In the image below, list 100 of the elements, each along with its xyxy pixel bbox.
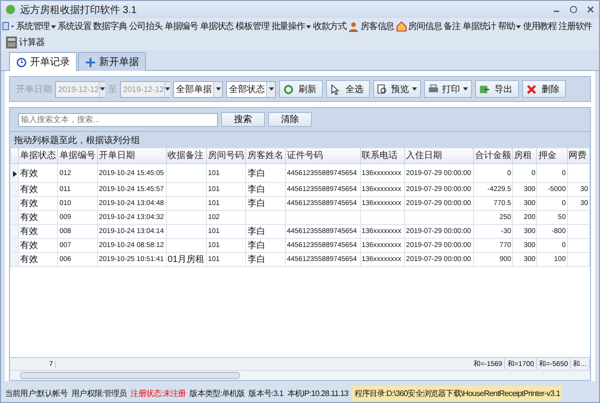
group-hint: 拖动列标题至此，根据该列分组 [10, 132, 590, 147]
menu-icon[interactable] [2, 21, 15, 32]
menu-item[interactable]: 房客信息 [347, 19, 396, 34]
calculator-icon [5, 36, 18, 49]
menu-item[interactable]: 系统设置 [56, 19, 92, 34]
toolbar-button[interactable]: 打印 [424, 80, 472, 98]
table-cell: 李白 [246, 196, 286, 210]
caret-icon [164, 87, 170, 91]
export-icon [479, 84, 490, 94]
status-text: 本机IP:10.28.11.13 [287, 388, 348, 398]
table-cell [166, 210, 207, 224]
caret-icon [100, 87, 105, 91]
tab[interactable]: 开单记录 [9, 52, 77, 71]
table-cell: 有效 [18, 210, 58, 224]
table-cell: 有效 [18, 182, 58, 196]
column-header[interactable]: 单据编号 [58, 148, 98, 164]
column-header[interactable]: 网费 [567, 148, 590, 164]
toolbar-button[interactable]: 刷新 [279, 80, 323, 98]
toolbar-button[interactable]: 导出 [475, 80, 519, 98]
caret-icon [216, 87, 220, 91]
table-cell [246, 210, 286, 224]
search-button[interactable]: 搜索 [221, 112, 265, 127]
tab[interactable]: 新开单据 [78, 52, 146, 71]
status-text: 版本类型:单机版 [190, 388, 245, 398]
plus-icon [85, 56, 96, 68]
column-header[interactable]: 收据备注 [166, 148, 207, 164]
table-cell: 01月房租 [166, 252, 207, 266]
column-header[interactable]: 房间号码 [206, 148, 246, 164]
status-text: 当前用户:默认帐号 [5, 388, 68, 398]
separator-label: 至 [108, 82, 117, 96]
row-pointer-icon [12, 171, 17, 177]
maximize-icon[interactable] [569, 5, 578, 14]
toolbar-button[interactable]: 全选 [326, 80, 370, 98]
menu-item[interactable]: 备注 [442, 19, 462, 34]
caret-icon [463, 87, 468, 91]
magnifier-icon [377, 84, 388, 94]
table-cell: 李白 [246, 182, 286, 196]
column-header[interactable]: 联系电话 [360, 148, 405, 164]
table-cell [360, 210, 405, 224]
table-cell: 李白 [246, 164, 286, 182]
column-header[interactable]: 开单日期 [97, 148, 166, 164]
clear-button[interactable]: 清除 [268, 112, 312, 127]
status-text: 版本号:3.1 [248, 388, 284, 398]
app-icon [5, 4, 16, 15]
table-cell: 李白 [246, 238, 286, 252]
menu-item[interactable]: 收款方式 [312, 19, 348, 34]
menu-item[interactable]: 注册软件 [558, 19, 594, 34]
type-select[interactable]: 全部单据 [173, 80, 223, 98]
column-header[interactable]: 押金 [536, 148, 568, 164]
menu-item[interactable]: 房间信息 [395, 19, 443, 34]
status-text: 用户权限:管理员 [72, 388, 127, 398]
table-cell [166, 164, 207, 182]
search-field[interactable]: 输入搜索文本，搜索... [18, 112, 218, 126]
toolbar-button[interactable]: 预览 [373, 80, 421, 98]
caret-icon [306, 24, 311, 28]
delete-icon [526, 84, 537, 94]
menu-item[interactable]: 单据状态 [199, 19, 235, 34]
caret-icon [516, 24, 521, 28]
table-cell: 有效 [18, 224, 58, 238]
menu-item[interactable]: 帮助 [497, 19, 522, 34]
menu-item[interactable]: 公司抬头 [128, 19, 164, 34]
table-cell [567, 238, 590, 252]
printer-icon [428, 84, 439, 94]
cursor-icon [330, 84, 341, 94]
status-text: 程序目录:D:\360安全浏览器下载\HouseRentReceiptPrinter-v3.1 [352, 386, 562, 400]
horizontal-scrollbar[interactable] [10, 370, 590, 380]
menu-item[interactable]: 使用教程 [522, 19, 558, 34]
table-cell [567, 210, 590, 224]
close-icon[interactable] [586, 5, 595, 14]
caret-icon [268, 87, 274, 91]
table-cell [166, 224, 207, 238]
status-text: 注册状态:未注册 [130, 388, 186, 398]
table-cell [404, 210, 474, 224]
table-cell: 有效 [18, 238, 58, 252]
table-cell [567, 224, 590, 238]
refresh-icon [283, 84, 294, 94]
column-header[interactable]: 入住日期 [404, 148, 474, 164]
menu-item[interactable]: 系统管理 [15, 19, 57, 34]
house-icon [396, 21, 408, 32]
status-select[interactable]: 全部状态 [226, 80, 276, 98]
table-cell: 有效 [18, 252, 58, 266]
date-label: 开单日期 [16, 82, 52, 96]
column-header[interactable]: 房租 [512, 148, 537, 164]
column-header[interactable]: 房客姓名 [246, 148, 286, 164]
calculator-button[interactable]: 计算器 [4, 35, 46, 50]
menu-item[interactable]: 单据统计 [462, 19, 498, 34]
table-cell: 有效 [18, 164, 58, 182]
toolbar-button[interactable]: 删除 [522, 80, 566, 98]
menu-item[interactable]: 批量操作 [270, 19, 312, 34]
column-header[interactable]: 证件号码 [285, 148, 360, 164]
menu-item[interactable]: 单据编号 [163, 19, 200, 34]
clock-icon [16, 56, 27, 68]
table-cell: 李白 [246, 224, 286, 238]
column-header[interactable]: 单据状态 [18, 148, 58, 164]
column-header[interactable]: 合计金额 [473, 148, 513, 164]
table-cell [166, 182, 207, 196]
table-cell [567, 252, 590, 266]
caret-icon [412, 87, 417, 91]
menu-item[interactable]: 数据字典 [92, 19, 128, 34]
menu-item[interactable]: 模板管理 [234, 19, 270, 34]
